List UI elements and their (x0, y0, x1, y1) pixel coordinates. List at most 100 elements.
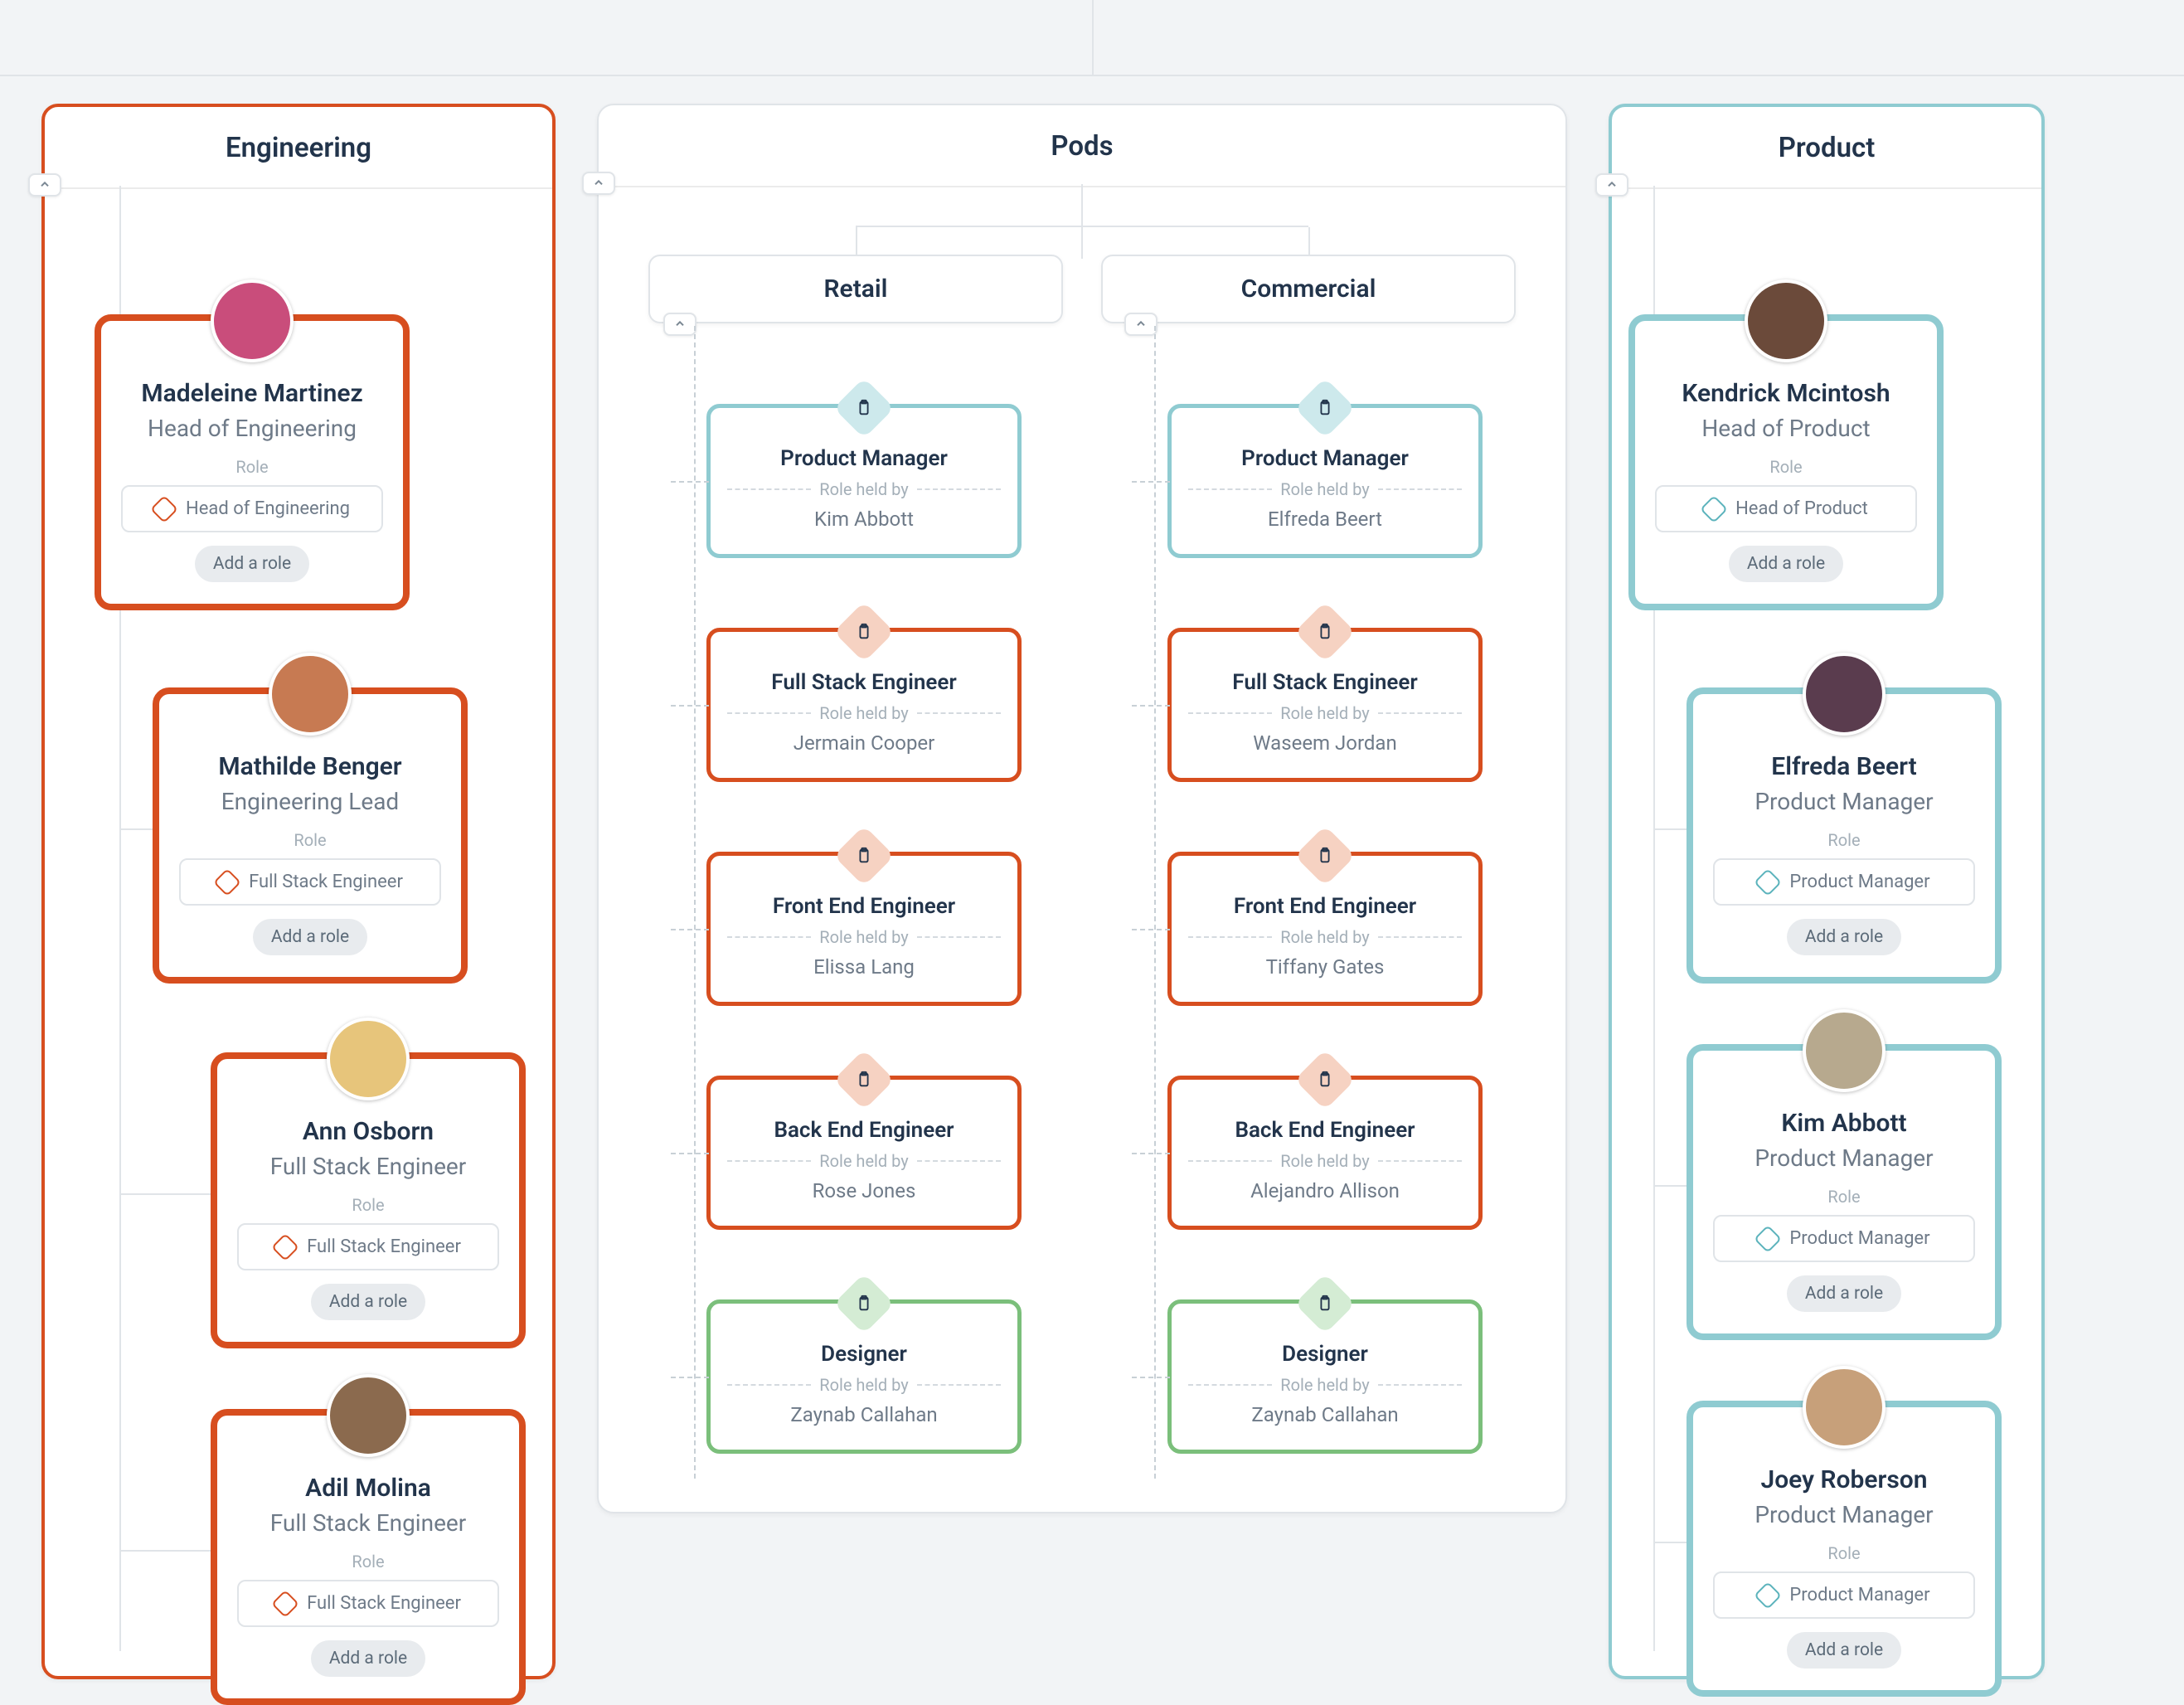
person-title: Product Manager (1713, 788, 1975, 815)
role-card[interactable]: Product ManagerRole held byElfreda Beert (1167, 404, 1483, 558)
role-card[interactable]: Product Manager Role held by Kim Abbott (706, 404, 1022, 558)
org-chart-canvas[interactable]: Engineering Madeleine MartinezHead of En… (0, 0, 2184, 1688)
role-card[interactable]: Front End EngineerRole held byTiffany Ga… (1167, 852, 1483, 1006)
role-icon (1754, 1581, 1782, 1610)
avatar (1745, 279, 1827, 362)
role-icon (1754, 1225, 1782, 1253)
role-heading: Role (237, 1552, 499, 1571)
add-role-button[interactable]: Add a role (1729, 546, 1843, 582)
role-title: Back End Engineer (1188, 1118, 1462, 1143)
tree-line (671, 1377, 709, 1378)
role-holder: Zaynab Callahan (1188, 1403, 1462, 1426)
person-card[interactable]: Elfreda BeertProduct ManagerRoleProduct … (1687, 687, 2002, 984)
clipboard-icon (1294, 1049, 1356, 1110)
role-card[interactable]: Full Stack EngineerRole held byJermain C… (706, 628, 1022, 782)
tree-line (1132, 481, 1170, 483)
tree-line (671, 929, 709, 930)
avatar (1803, 653, 1886, 736)
person-name: Mathilde Benger (179, 752, 441, 781)
role-held-by-row: Role held by (727, 479, 1001, 499)
role-chip[interactable]: Head of Product (1655, 485, 1917, 532)
person-name: Adil Molina (237, 1474, 499, 1503)
role-held-by-row: Role held by (727, 1375, 1001, 1395)
role-icon (150, 495, 178, 523)
group-engineering[interactable]: Engineering Madeleine MartinezHead of En… (41, 104, 556, 1679)
role-title: Front End Engineer (1188, 894, 1462, 919)
tree-line (1081, 184, 1083, 259)
person-card[interactable]: Mathilde BengerEngineering LeadRoleFull … (153, 687, 468, 984)
tree-line (119, 828, 153, 830)
group-product[interactable]: Product Kendrick McintoshHead of Product… (1609, 104, 2045, 1679)
tree-line (856, 226, 1308, 227)
role-card[interactable]: Back End Engineer Role held by Alejandro A… (1167, 1076, 1483, 1230)
add-role-button[interactable]: Add a role (311, 1640, 425, 1677)
role-chip[interactable]: Product Manager (1713, 858, 1975, 906)
clipboard-icon (833, 1273, 895, 1334)
role-title: Designer (727, 1342, 1001, 1367)
tree-line (1132, 1153, 1170, 1154)
clipboard-icon (833, 601, 895, 663)
role-title: Product Manager (1188, 446, 1462, 471)
add-role-button[interactable]: Add a role (253, 919, 367, 955)
role-card[interactable]: DesignerRole held byZaynab Callahan (1167, 1299, 1483, 1454)
role-chip[interactable]: Full Stack Engineer (237, 1223, 499, 1270)
role-title: Designer (1188, 1342, 1462, 1367)
person-card[interactable]: Adil MolinaFull Stack EngineerRoleFull S… (211, 1409, 526, 1705)
role-card[interactable]: Front End EngineerRole held byElissa Lan… (706, 852, 1022, 1006)
tree-line (119, 1550, 211, 1552)
role-text: Head of Product (1735, 498, 1868, 519)
person-name: Joey Roberson (1713, 1465, 1975, 1494)
person-title: Full Stack Engineer (237, 1153, 499, 1180)
role-chip[interactable]: Full Stack Engineer (179, 858, 441, 906)
person-title: Head of Engineering (121, 415, 383, 442)
collapse-button[interactable] (28, 173, 61, 197)
group-title: Engineering (45, 107, 552, 189)
add-role-button[interactable]: Add a role (1787, 919, 1901, 955)
add-role-button[interactable]: Add a role (1787, 1632, 1901, 1669)
tree-line (1653, 828, 1687, 830)
role-card[interactable]: Full Stack EngineerRole held byWaseem Jo… (1167, 628, 1483, 782)
role-chip[interactable]: Full Stack Engineer (237, 1580, 499, 1627)
avatar (327, 1374, 410, 1457)
person-name: Ann Osborn (237, 1117, 499, 1146)
collapse-button[interactable] (1595, 173, 1628, 197)
role-text: Product Manager (1789, 1228, 1929, 1249)
role-heading: Role (1655, 457, 1917, 477)
group-pods[interactable]: Pods Retail Commercial Product ManagerRo… (597, 104, 1567, 1513)
role-held-by-row: Role held by (727, 703, 1001, 723)
collapse-button[interactable] (663, 313, 696, 336)
role-holder: Alejandro Allison (1188, 1179, 1462, 1202)
role-chip[interactable]: Product Manager (1713, 1571, 1975, 1619)
pod-track-retail[interactable]: Retail (648, 255, 1063, 323)
collapse-button[interactable] (1124, 313, 1158, 336)
pod-track-commercial[interactable]: Commercial (1101, 255, 1516, 323)
pod-track-label: Commercial (1241, 274, 1376, 304)
add-role-button[interactable]: Add a role (195, 546, 309, 582)
clipboard-icon (833, 377, 895, 439)
add-role-button[interactable]: Add a role (1787, 1275, 1901, 1312)
role-text: Full Stack Engineer (307, 1593, 461, 1614)
role-card[interactable]: Back End EngineerRole held byRose Jones (706, 1076, 1022, 1230)
role-holder: Kim Abbott (727, 508, 1001, 531)
collapse-button[interactable] (582, 172, 615, 195)
clipboard-icon (833, 825, 895, 887)
person-card[interactable]: Kendrick McintoshHead of ProductRoleHead… (1628, 314, 1944, 610)
person-card[interactable]: Joey RobersonProduct ManagerRoleProduct … (1687, 1401, 2002, 1697)
role-chip[interactable]: Head of Engineering (121, 485, 383, 532)
role-card[interactable]: DesignerRole held byZaynab Callahan (706, 1299, 1022, 1454)
tree-line (1154, 326, 1156, 1479)
tree-line (1132, 705, 1170, 707)
role-chip[interactable]: Product Manager (1713, 1215, 1975, 1262)
person-card[interactable]: Ann OsbornFull Stack EngineerRoleFull St… (211, 1052, 526, 1348)
role-title: Product Manager (727, 446, 1001, 471)
role-title: Full Stack Engineer (1188, 670, 1462, 695)
add-role-button[interactable]: Add a role (311, 1284, 425, 1320)
role-held-by-row: Role held by (1188, 1151, 1462, 1171)
role-holder: Tiffany Gates (1188, 955, 1462, 979)
role-held-by-row: Role held by (1188, 479, 1462, 499)
person-card[interactable]: Kim AbbottProduct ManagerRoleProduct Man… (1687, 1044, 2002, 1340)
person-card[interactable]: Madeleine MartinezHead of EngineeringRol… (95, 314, 410, 610)
clipboard-icon (1294, 377, 1356, 439)
tree-line (1653, 1542, 1687, 1543)
avatar (327, 1018, 410, 1100)
